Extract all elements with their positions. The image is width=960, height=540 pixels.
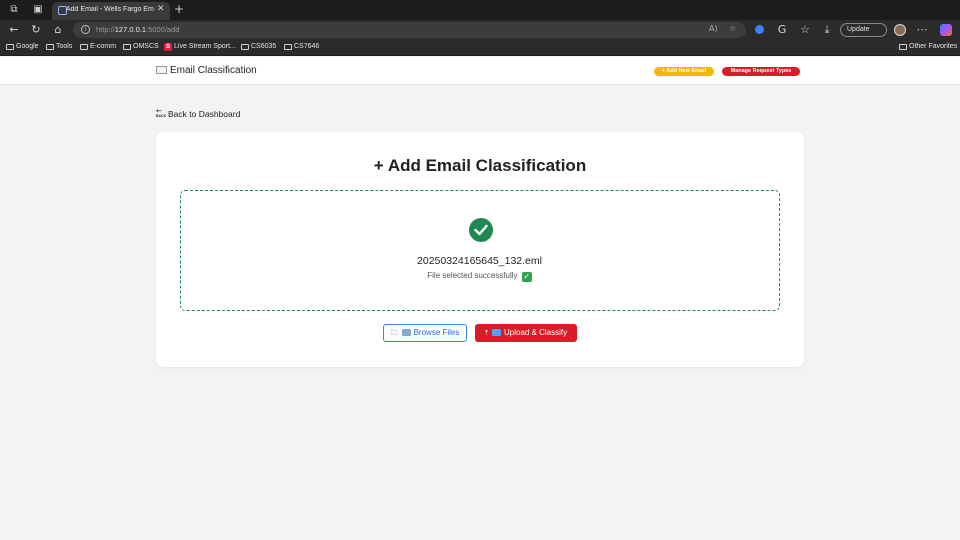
- file-status-text: File selected successfully ✓: [427, 271, 532, 282]
- back-arrow-icon[interactable]: ←: [7, 23, 21, 37]
- more-menu-icon[interactable]: ⋯: [915, 23, 929, 37]
- tab-close-icon[interactable]: ✕: [157, 4, 165, 14]
- folder-icon: [899, 44, 907, 50]
- favorites-icon[interactable]: ☆: [798, 23, 812, 37]
- page-title: + Add Email Classification: [373, 156, 587, 175]
- folder-icon: [80, 44, 88, 50]
- outbox-tray-icon: [491, 329, 501, 336]
- bookmark-ecomm[interactable]: E-comm: [80, 43, 116, 50]
- bookmark-tools[interactable]: Tools: [46, 43, 72, 50]
- app-navbar: Email Classification + Add New Email Man…: [0, 57, 960, 85]
- refresh-icon[interactable]: ↻: [29, 23, 43, 37]
- favorite-star-icon[interactable]: ☆: [729, 24, 736, 33]
- bookmark-live-stream[interactable]: S Live Stream Sport...: [164, 43, 236, 51]
- browse-files-button[interactable]: 🗀 Browse Files: [383, 324, 467, 342]
- back-arrow-icon: ← BACK: [156, 107, 167, 118]
- folder-icon: [123, 44, 131, 50]
- bookmarks-bar: Google Tools E-comm OMSCS S Live Stream S…: [0, 40, 960, 56]
- copilot-g-icon[interactable]: G: [775, 23, 789, 37]
- browser-tabstrip: ⧉ ▣ Add Email - Wells Fargo Email C ✕ +: [0, 0, 960, 20]
- browser-tab-active[interactable]: Add Email - Wells Fargo Email C ✕: [52, 2, 170, 20]
- site-s-icon: S: [164, 43, 172, 51]
- update-button[interactable]: Update: [840, 23, 887, 37]
- site-info-icon[interactable]: i: [81, 25, 90, 34]
- envelope-icon: [156, 66, 167, 74]
- folder-outline-icon: 🗀: [390, 329, 398, 337]
- green-check-icon: ✓: [521, 272, 532, 282]
- bookmark-cs6035[interactable]: CS6035: [241, 43, 276, 50]
- tab-title: Add Email - Wells Fargo Email C: [66, 6, 154, 13]
- manage-request-types-button[interactable]: Manage Request Types: [722, 67, 800, 76]
- file-dropzone[interactable]: 20250324165645_132.eml File selected suc…: [180, 190, 780, 311]
- tab-actions-icon[interactable]: ▣: [32, 4, 44, 16]
- copilot-icon[interactable]: [940, 24, 952, 36]
- upload-icon: ⤒: [484, 329, 488, 337]
- upload-classify-button[interactable]: ⤒ Upload & Classify: [475, 324, 577, 342]
- brand-link[interactable]: Email Classification: [156, 65, 257, 76]
- add-new-email-button[interactable]: + Add New Email: [654, 67, 714, 76]
- folder-icon: [241, 44, 249, 50]
- bookmark-cs7646[interactable]: CS7646: [284, 43, 319, 50]
- extension-icon[interactable]: [755, 25, 764, 34]
- url-text[interactable]: http://127.0.0.1:5000/add: [96, 25, 179, 34]
- check-circle-icon: [469, 218, 493, 242]
- workspaces-icon[interactable]: ⧉: [8, 4, 20, 16]
- address-bar[interactable]: i http://127.0.0.1:5000/add A) ☆: [73, 22, 746, 38]
- folder-icon: [284, 44, 292, 50]
- profile-avatar[interactable]: [894, 24, 906, 36]
- back-to-dashboard-link[interactable]: ← BACK Back to Dashboard: [156, 107, 240, 119]
- home-icon[interactable]: ⌂: [51, 23, 65, 37]
- bookmark-google[interactable]: Google: [6, 43, 39, 50]
- browser-toolbar: ← ↻ ⌂ i http://127.0.0.1:5000/add A) ☆ G…: [0, 20, 960, 40]
- read-aloud-icon[interactable]: A): [709, 24, 718, 33]
- bookmark-other-favorites[interactable]: Other Favorites: [899, 43, 957, 50]
- file-folder-icon: [401, 329, 411, 336]
- bookmark-omscs[interactable]: OMSCS: [123, 43, 159, 50]
- selected-file-name: 20250324165645_132.eml: [417, 255, 542, 267]
- folder-icon: [46, 44, 54, 50]
- downloads-icon[interactable]: ⤓: [820, 23, 834, 37]
- folder-icon: [6, 44, 14, 50]
- new-tab-icon[interactable]: +: [174, 2, 184, 16]
- upload-card: + Add Email Classification 2025032416564…: [156, 132, 804, 367]
